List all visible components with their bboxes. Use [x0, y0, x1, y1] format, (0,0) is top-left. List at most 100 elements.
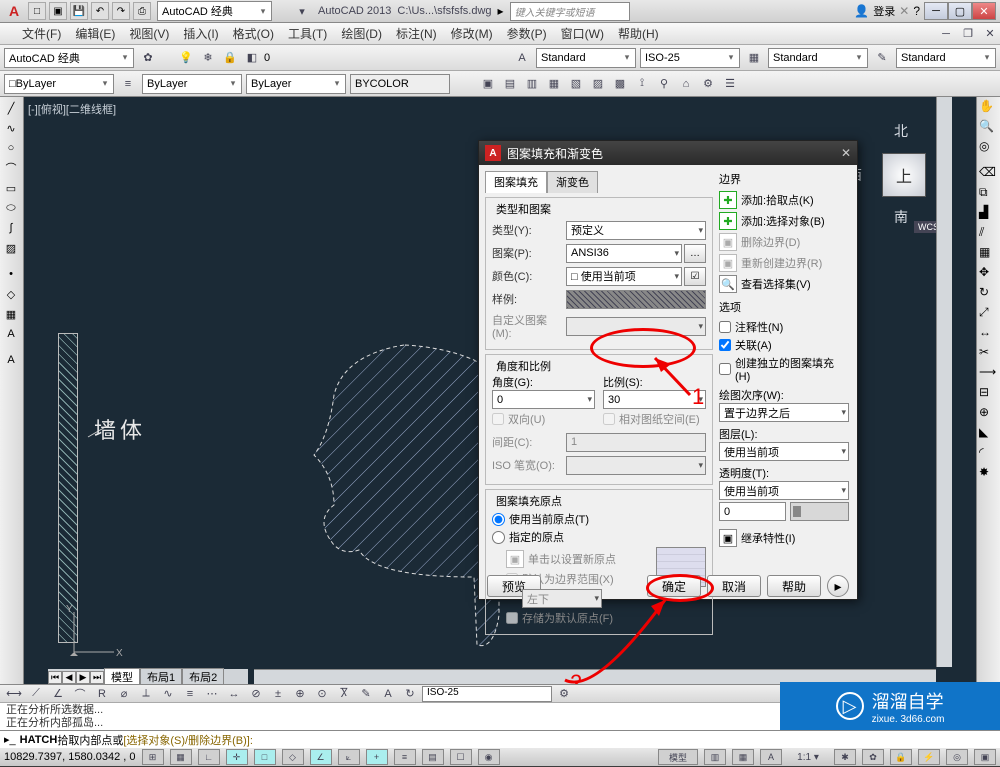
inspect-icon[interactable]: ⊙	[312, 684, 332, 704]
tab-last-icon[interactable]: ⏭	[90, 671, 104, 684]
workspace-combo[interactable]: AutoCAD 经典▾	[157, 1, 272, 21]
explode-icon[interactable]: ✸	[979, 465, 997, 483]
menu-file[interactable]: 文件(F)	[22, 25, 61, 42]
polarmode-icon[interactable]: ✛	[226, 749, 248, 765]
ok-button[interactable]: 确定	[647, 575, 701, 597]
center-mark-icon[interactable]: ⊕	[290, 684, 310, 704]
annovis-icon[interactable]: ✱	[834, 749, 856, 765]
pattern-combo[interactable]: ANSI36▾	[566, 244, 682, 263]
dim-space-icon[interactable]: ↔	[224, 684, 244, 704]
chamfer-icon[interactable]: ◣	[979, 425, 997, 443]
draworder-combo[interactable]: 置于边界之后▾	[719, 403, 849, 422]
stretch-icon[interactable]: ↔	[979, 325, 997, 343]
qat-more-icon[interactable]: ▾	[292, 1, 312, 21]
dim-baseline-icon[interactable]: ≡	[180, 684, 200, 704]
linetype-combo[interactable]: ByLayer▾	[142, 74, 242, 94]
dim-style-combo[interactable]: ISO-25▾	[640, 48, 740, 68]
copy-icon[interactable]: ⧉	[979, 185, 997, 203]
layer-bulb-icon[interactable]: 💡	[176, 48, 196, 68]
lwt-icon[interactable]: ≡	[394, 749, 416, 765]
qview-drawings-icon[interactable]: ▦	[732, 749, 754, 765]
layer-lock-icon[interactable]: 🔒	[220, 48, 240, 68]
break-icon[interactable]: ⊟	[979, 385, 997, 403]
origin-current-radio[interactable]	[492, 513, 505, 526]
menu-param[interactable]: 参数(P)	[507, 25, 547, 42]
spline-icon[interactable]: ∫	[2, 219, 20, 237]
add-pickpoint-icon[interactable]: ✚	[719, 191, 737, 209]
tab-next-icon[interactable]: ▶	[76, 671, 90, 684]
erase-icon[interactable]: ⌫	[979, 165, 997, 183]
qview-layouts-icon[interactable]: ▥	[704, 749, 726, 765]
table-icon[interactable]: ▦	[2, 305, 20, 323]
layer-tool-icon[interactable]: ≡	[118, 74, 138, 94]
color-combo[interactable]: □ ByLayer▾	[4, 74, 114, 94]
qat-print-icon[interactable]: ⎙	[133, 2, 151, 20]
annotative-check[interactable]	[719, 321, 731, 333]
dyn-icon[interactable]: +	[366, 749, 388, 765]
mleader-style-icon[interactable]: ✎	[872, 48, 892, 68]
menu-insert[interactable]: 插入(I)	[183, 25, 218, 42]
help-icon[interactable]: ?	[913, 4, 920, 18]
dim-diameter-icon[interactable]: ⌀	[114, 684, 134, 704]
help-button[interactable]: 帮助	[767, 575, 821, 597]
tpy-icon[interactable]: ▤	[422, 749, 444, 765]
tolerance-icon[interactable]: ±	[268, 684, 288, 704]
dialog-close-icon[interactable]: ✕	[841, 146, 851, 160]
ws-switch-icon[interactable]: ✿	[862, 749, 884, 765]
circle-icon[interactable]: ○	[2, 139, 20, 157]
menu-format[interactable]: 格式(O)	[233, 25, 274, 42]
zoom-icon[interactable]: 🔍	[979, 119, 997, 137]
dimstyle-combo-bar[interactable]: ISO-25	[422, 686, 552, 702]
dim-ordinate-icon[interactable]: ⟂	[136, 684, 156, 704]
tab-prev-icon[interactable]: ◀	[62, 671, 76, 684]
qselect-icon[interactable]: ⚲	[654, 74, 674, 94]
doc-min-icon[interactable]: ─	[936, 24, 956, 44]
menu-window[interactable]: 窗口(W)	[561, 25, 604, 42]
xref-icon[interactable]: ▧	[566, 74, 586, 94]
region-icon[interactable]: ◇	[2, 285, 20, 303]
cleanscreen-icon[interactable]: ▣	[974, 749, 996, 765]
cancel-button[interactable]: 取消	[707, 575, 761, 597]
dim-radius-icon[interactable]: R	[92, 684, 112, 704]
table-style-icon[interactable]: ▦	[744, 48, 764, 68]
exchange-icon[interactable]: ✕	[899, 4, 909, 18]
qat-open-icon[interactable]: ▣	[49, 2, 67, 20]
extend-icon[interactable]: ⟶	[979, 365, 997, 383]
trim-icon[interactable]: ✂	[979, 345, 997, 363]
group-icon[interactable]: ▨	[588, 74, 608, 94]
mirror-icon[interactable]: ▟	[979, 205, 997, 223]
polyline-icon[interactable]: ∿	[2, 119, 20, 137]
close-button[interactable]: ✕	[972, 2, 996, 20]
cui-icon[interactable]: ⚙	[698, 74, 718, 94]
scale-icon[interactable]: ⤢	[979, 305, 997, 323]
type-combo[interactable]: 预定义▾	[566, 221, 706, 240]
create-block-icon[interactable]: ▤	[500, 74, 520, 94]
dim-break-icon[interactable]: ⊘	[246, 684, 266, 704]
vertical-scrollbar[interactable]	[936, 97, 952, 667]
doc-close-icon[interactable]: ✕	[980, 24, 1000, 44]
transparency-value[interactable]: 0	[719, 502, 786, 521]
fillet-icon[interactable]: ◜	[979, 445, 997, 463]
dim-update-icon[interactable]: ↻	[400, 684, 420, 704]
arc-icon[interactable]: ⌒	[2, 159, 20, 177]
otrack-icon[interactable]: ∠	[310, 749, 332, 765]
join-icon[interactable]: ⊕	[979, 405, 997, 423]
qat-redo-icon[interactable]: ↷	[112, 2, 130, 20]
minimize-button[interactable]: ─	[924, 2, 948, 20]
measure-icon[interactable]: ⟟	[632, 74, 652, 94]
qp-icon[interactable]: ☐	[450, 749, 472, 765]
rotate-icon[interactable]: ↻	[979, 285, 997, 303]
associative-check[interactable]	[719, 339, 731, 351]
tab-hatch[interactable]: 图案填充	[485, 171, 547, 193]
anno-scale-readout[interactable]: 1:1 ▾	[788, 747, 828, 767]
layer-freeze-icon[interactable]: ❄	[198, 48, 218, 68]
menu-dim[interactable]: 标注(N)	[396, 25, 437, 42]
dim-jogged-icon[interactable]: ∿	[158, 684, 178, 704]
menu-edit[interactable]: 编辑(E)	[75, 25, 115, 42]
pattern-browse-button[interactable]: …	[684, 244, 706, 263]
dim-tedit-icon[interactable]: A	[378, 684, 398, 704]
independent-check[interactable]	[719, 363, 731, 375]
pan-icon[interactable]: ✋	[979, 99, 997, 117]
toolbar-lock-icon[interactable]: 🔒	[890, 749, 912, 765]
qat-save-icon[interactable]: 💾	[70, 2, 88, 20]
